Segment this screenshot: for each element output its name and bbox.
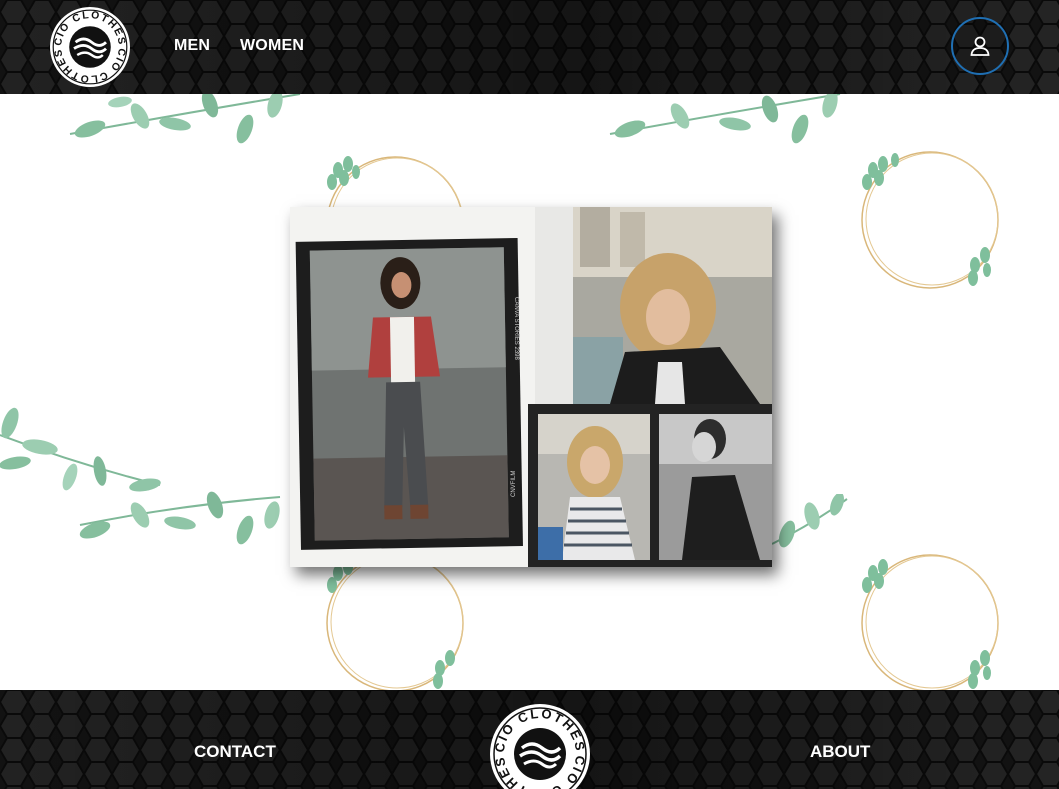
leaf-branch-decoration — [69, 94, 301, 144]
page: CANVA STORIES 2398 CNVFILM CIO CLOTHES C… — [0, 0, 1059, 789]
gold-wreath-decoration — [326, 554, 464, 690]
account-button[interactable] — [951, 17, 1009, 75]
footer-brand-logo[interactable]: CIO CLOTHES CIO CLOTHES — [490, 704, 590, 789]
nav-women-link[interactable]: WOMEN — [240, 37, 304, 55]
user-icon — [970, 36, 990, 56]
gold-wreath-decoration — [861, 554, 999, 690]
gold-wreath-decoration — [861, 151, 999, 289]
film-bottom-text: CNVFILM — [511, 471, 517, 497]
leaf-branch-decoration — [609, 94, 841, 144]
leaf-branch-decoration — [772, 494, 848, 548]
site-header — [0, 0, 1059, 94]
nav-men-link[interactable]: MEN — [174, 37, 210, 55]
leaf-branch-decoration — [0, 407, 281, 545]
hero-photo-collage: CANVA STORIES 2398 CNVFILM — [290, 207, 772, 567]
brand-logo[interactable]: CIO CLOTHES CIO CLOTHES — [50, 7, 130, 87]
footer-contact-link[interactable]: CONTACT — [194, 742, 276, 762]
film-left-text: CANVA STORIES 2398 — [513, 297, 519, 360]
footer-about-link[interactable]: ABOUT — [810, 742, 870, 762]
